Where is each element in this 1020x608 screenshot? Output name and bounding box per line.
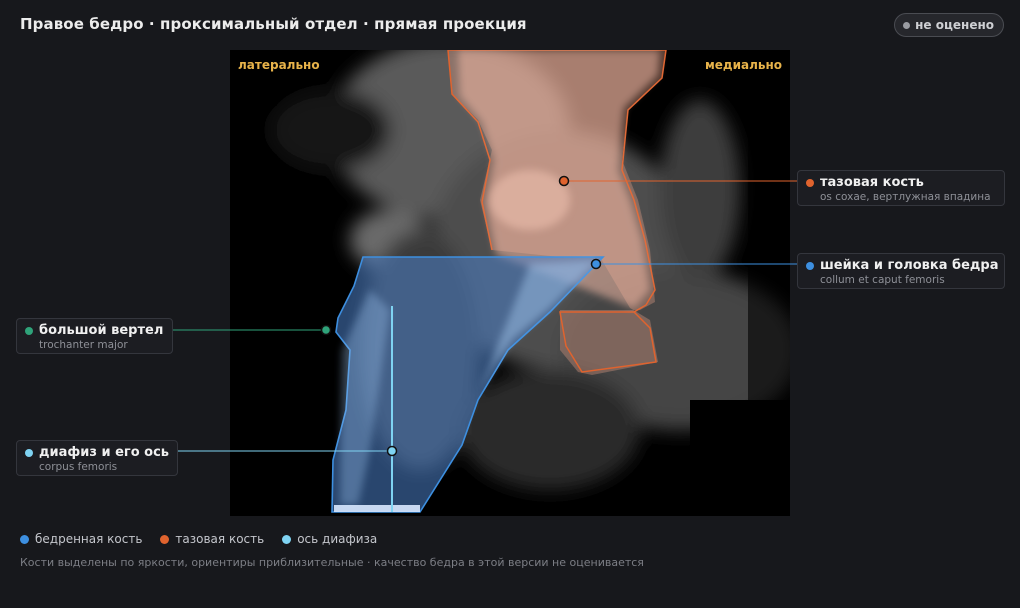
status-badge-label: не оценено [915,18,994,32]
orientation-label-medial: медиально [704,58,782,72]
trochanter-dot-icon [25,327,33,335]
legend: бедренная кость тазовая кость ось диафиз… [20,532,377,546]
status-badge: не оценено [894,13,1004,37]
callout-pelvis[interactable]: тазовая кость os coxae, вертлужная впади… [797,170,1005,206]
callout-trochanter-name: большой вертел [39,323,164,338]
status-dot-icon [903,21,911,29]
callout-neck[interactable]: шейка и головка бедра collum et caput fe… [797,253,1005,289]
neck-dot-icon [806,262,814,270]
orientation-label-lateral: латерально [238,58,320,72]
footnote: Кости выделены по яркости, ориентиры при… [20,556,644,569]
legend-item-femur: бедренная кость [20,532,142,546]
callout-shaft[interactable]: диафиз и его ось corpus femoris [16,440,178,476]
callout-trochanter-latin: trochanter major [39,339,128,351]
legend-item-pelvis: тазовая кость [160,532,264,546]
legend-label-femur: бедренная кость [35,532,143,546]
shaft-dot-icon [25,449,33,457]
callout-pelvis-name: тазовая кость [820,175,924,190]
callout-shaft-name: диафиз и его ось [39,445,170,460]
callout-neck-latin: collum et caput femoris [820,274,945,286]
callout-trochanter[interactable]: большой вертел trochanter major [16,318,173,354]
pelvis-swatch-icon [160,534,170,544]
callout-shaft-latin: corpus femoris [39,461,118,473]
callout-pelvis-latin: os coxae, вертлужная впадина [820,191,991,203]
legend-label-axis: ось диафиза [297,532,378,546]
legend-label-pelvis: тазовая кость [175,532,265,546]
axis-swatch-icon [282,534,292,544]
pelvis-dot-icon [806,179,814,187]
femur-swatch-icon [20,534,29,544]
xray-viewer[interactable]: латерально медиально [230,50,790,516]
xray-image [230,50,790,516]
legend-item-axis: ось диафиза [282,532,377,546]
page-title: Правое бедро · проксимальный отдел · пря… [20,15,527,33]
callout-neck-name: шейка и головка бедра [820,258,999,273]
